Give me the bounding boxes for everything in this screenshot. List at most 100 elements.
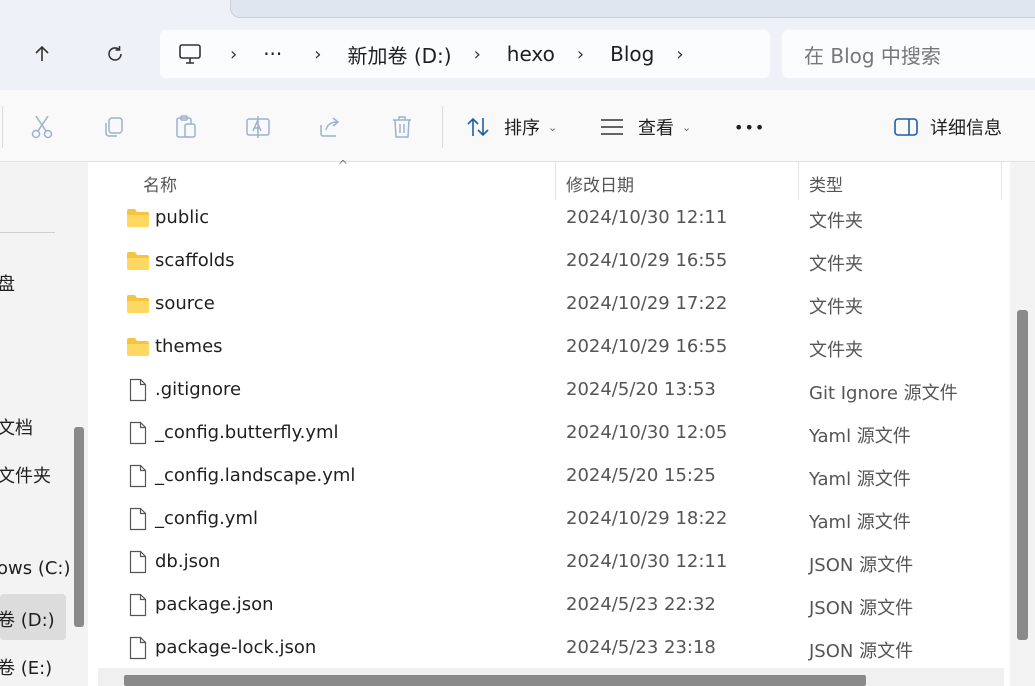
file-type: Yaml 源文件 [809,426,911,447]
column-header-row: ^ 名称 修改日期 类型 [98,158,1004,200]
chevron-right-icon[interactable]: › [230,44,237,65]
details-pane-button[interactable]: 详细信息 [894,110,1002,144]
active-tab[interactable] [230,0,1035,18]
file-type: Yaml 源文件 [809,512,911,533]
view-list-icon [600,118,624,136]
file-type: 文件夹 [809,297,863,318]
folder-icon [126,335,150,359]
view-menu-button[interactable]: 查看 ⌄ [600,110,691,144]
file-name: themes [155,336,223,357]
sort-menu-button[interactable]: 排序 ⌄ [466,110,557,144]
breadcrumb-drive-d[interactable]: 新加卷 (D:) [347,40,451,69]
file-type: Yaml 源文件 [809,469,911,490]
file-list: ^ 名称 修改日期 类型 public 2024/10/30 12:11 文件夹 sc… [98,158,1004,686]
horizontal-scrollbar-thumb[interactable] [124,675,866,686]
file-explorer-window: › ··· › 新加卷 (D:) › hexo › Blog › 在 Blog … [0,0,1035,686]
column-divider[interactable] [798,162,799,200]
folder-icon [126,249,150,273]
chevron-right-icon[interactable]: › [314,44,321,65]
navigation-bar: › ··· › 新加卷 (D:) › hexo › Blog › 在 Blog … [0,20,1035,90]
cut-icon[interactable] [27,112,57,142]
file-modified-date: 2024/10/30 12:11 [566,207,728,228]
file-row[interactable]: package-lock.json 2024/5/23 23:18 JSON 源文件 [98,627,1004,670]
column-header-name[interactable]: 名称 [143,171,177,196]
file-type: 文件夹 [809,340,863,361]
search-placeholder: 在 Blog 中搜索 [804,43,941,68]
rename-icon[interactable] [243,112,273,142]
file-name: _config.yml [155,508,258,529]
this-pc-icon[interactable] [178,43,202,65]
file-row[interactable]: db.json 2024/10/30 12:11 JSON 源文件 [98,541,1004,584]
more-icon: ••• [734,117,766,137]
file-name: db.json [155,551,221,572]
file-row[interactable]: _config.yml 2024/10/29 18:22 Yaml 源文件 [98,498,1004,541]
breadcrumb-overflow[interactable]: ··· [263,42,282,66]
chevron-right-icon[interactable]: › [577,44,584,65]
file-modified-date: 2024/10/30 12:05 [566,422,728,443]
file-modified-date: 2024/10/30 12:11 [566,551,728,572]
details-pane-icon [894,118,918,136]
file-type: JSON 源文件 [809,598,914,619]
column-header-type[interactable]: 类型 [809,171,843,196]
file-icon [126,593,150,617]
file-row[interactable]: public 2024/10/30 12:11 文件夹 [98,197,1004,240]
file-icon [126,464,150,488]
nav-pane-scrollbar[interactable] [74,427,84,627]
nav-item-drive-c[interactable]: ows (C:) [0,558,71,579]
file-row[interactable]: scaffolds 2024/10/29 16:55 文件夹 [98,240,1004,283]
refresh-icon[interactable] [95,34,135,74]
file-icon [126,550,150,574]
file-icon [126,636,150,660]
vertical-scrollbar-thumb[interactable] [1017,310,1028,640]
file-icon [126,421,150,445]
view-label: 查看 [638,118,674,139]
file-row[interactable]: .gitignore 2024/5/20 13:53 Git Ignore 源文件 [98,369,1004,412]
up-arrow-icon[interactable] [22,34,62,74]
more-options-button[interactable]: ••• [734,110,765,144]
column-divider[interactable] [1001,162,1002,200]
command-toolbar: 排序 ⌄ 查看 ⌄ ••• 详细信息 [0,90,1035,162]
breadcrumb-hexo[interactable]: hexo [507,42,555,66]
search-input[interactable]: 在 Blog 中搜索 [782,30,1035,78]
chevron-right-icon[interactable]: › [676,44,683,65]
nav-item-drive-e[interactable]: 卷 (E:) [0,654,52,680]
delete-icon[interactable] [387,112,417,142]
nav-item-folder[interactable]: 文件夹 [0,462,51,488]
nav-item-drive-d[interactable]: 卷 (D:) [0,606,55,632]
nav-divider [0,232,55,233]
file-name: scaffolds [155,250,235,271]
file-icon [126,378,150,402]
column-header-date[interactable]: 修改日期 [566,171,634,196]
file-name: package.json [155,594,274,615]
file-row[interactable]: _config.butterfly.yml 2024/10/30 12:05 Yam… [98,412,1004,455]
file-modified-date: 2024/5/20 13:53 [566,379,716,400]
chevron-down-icon: ⌄ [548,120,558,134]
column-divider[interactable] [555,162,556,200]
file-modified-date: 2024/10/29 16:55 [566,250,728,271]
file-modified-date: 2024/10/29 17:22 [566,293,728,314]
file-modified-date: 2024/5/23 23:18 [566,637,716,658]
navigation-pane: 盘 文档 文件夹 ows (C:) 卷 (D:) 卷 (E:) [0,162,88,686]
chevron-right-icon[interactable]: › [474,44,481,65]
details-label: 详细信息 [930,118,1002,139]
nav-item-documents[interactable]: 文档 [0,414,33,440]
paste-icon[interactable] [171,112,201,142]
sort-icon [466,116,490,138]
file-row[interactable]: themes 2024/10/29 16:55 文件夹 [98,326,1004,369]
sort-ascending-icon: ^ [338,158,349,172]
file-type: Git Ignore 源文件 [809,383,958,404]
nav-item-drive[interactable]: 盘 [0,270,15,296]
breadcrumb-blog[interactable]: Blog [610,42,654,66]
file-name: _config.landscape.yml [155,465,356,486]
file-name: package-lock.json [155,637,317,658]
share-icon[interactable] [315,112,345,142]
address-bar[interactable]: › ··· › 新加卷 (D:) › hexo › Blog › [160,30,770,78]
file-row[interactable]: source 2024/10/29 17:22 文件夹 [98,283,1004,326]
file-row[interactable]: package.json 2024/5/23 22:32 JSON 源文件 [98,584,1004,627]
file-name: .gitignore [155,379,242,400]
file-name: source [155,293,215,314]
copy-icon[interactable] [99,112,129,142]
file-modified-date: 2024/10/29 18:22 [566,508,728,529]
file-type: 文件夹 [809,254,863,275]
file-row[interactable]: _config.landscape.yml 2024/5/20 15:25 Yaml… [98,455,1004,498]
